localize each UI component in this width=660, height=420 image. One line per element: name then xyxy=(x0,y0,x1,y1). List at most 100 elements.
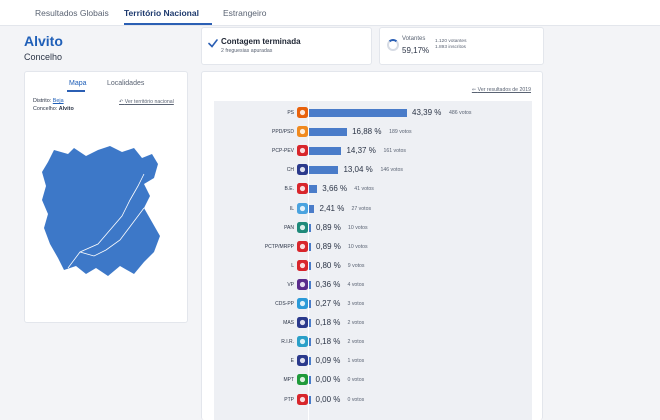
vote-count: 146 votos xyxy=(380,167,403,174)
party-name: PCTP/MRPP xyxy=(264,243,294,250)
turnout-ring-icon xyxy=(387,39,399,51)
back-link-label: Ver território nacional xyxy=(124,99,174,105)
result-row[interactable]: B.E. 3,66 % 41 votos xyxy=(214,180,532,199)
party-name: MAS xyxy=(283,320,294,327)
tab-mapa[interactable]: Mapa xyxy=(69,80,87,87)
council-info: Concelho: Alvito xyxy=(33,106,74,112)
vote-count: 4 votos xyxy=(347,281,365,288)
vote-percent: 0,36 % xyxy=(315,279,341,289)
result-row[interactable]: PCP-PEV 14,37 % 161 votos xyxy=(214,142,532,161)
result-row[interactable]: CDS-PP 0,27 % 3 votos xyxy=(214,295,532,314)
party-name: PCP-PEV xyxy=(272,148,294,155)
vote-count: 27 votos xyxy=(351,205,372,212)
vote-percent: 0,09 % xyxy=(315,356,341,366)
vote-percent: 0,89 % xyxy=(316,222,341,232)
party-name: VP xyxy=(287,281,294,288)
result-row[interactable]: PAN 0,89 % 10 votos xyxy=(214,219,532,238)
vote-percent: 3,66 % xyxy=(322,184,348,194)
district-link[interactable]: Beja xyxy=(53,98,64,104)
previous-results-label: Ver resultados de 2019 xyxy=(477,87,531,93)
count-status-card: Contagem terminada 2 freguesias apuradas xyxy=(201,27,372,65)
count-status-title: Contagem terminada xyxy=(221,37,301,46)
result-row[interactable]: CH 13,04 % 146 votos xyxy=(214,161,532,180)
vote-bar xyxy=(309,147,342,156)
map-tab-indicator xyxy=(67,90,85,92)
result-row[interactable]: L 0,80 % 9 votos xyxy=(214,257,532,276)
vote-bar xyxy=(309,280,311,289)
result-row[interactable]: PCTP/MRPP 0,89 % 10 votos xyxy=(214,238,532,257)
vote-count: 41 votos xyxy=(354,186,374,193)
tab-territorio-nacional[interactable]: Território Nacional xyxy=(124,8,199,18)
vote-percent: 13,04 % xyxy=(343,165,373,175)
party-name: IL xyxy=(289,205,294,212)
vote-bar xyxy=(309,242,311,251)
vote-bar xyxy=(309,204,315,213)
livre-icon xyxy=(297,259,308,271)
cds-icon xyxy=(297,298,308,309)
party-name: L xyxy=(291,262,294,269)
party-name: CH xyxy=(286,167,294,174)
chega-icon xyxy=(297,164,308,176)
vote-percent: 16,88 % xyxy=(352,127,382,137)
active-tab-indicator xyxy=(124,23,212,25)
result-row[interactable]: IL 2,41 % 27 votos xyxy=(214,200,532,219)
tab-localidades[interactable]: Localidades xyxy=(107,80,144,87)
vote-bar xyxy=(309,166,339,175)
ptp-icon xyxy=(297,393,308,405)
page-subtitle: Concelho xyxy=(24,52,63,62)
be-star-icon xyxy=(297,183,308,195)
vote-bar xyxy=(309,185,318,194)
vote-percent: 0,89 % xyxy=(316,241,341,251)
ergue-te-icon xyxy=(297,355,308,367)
psd-arrows-icon xyxy=(297,126,308,138)
result-row[interactable]: PTP 0,00 % 0 votos xyxy=(214,391,532,410)
vote-count: 3 votos xyxy=(347,301,365,307)
vote-count: 2 votos xyxy=(347,320,365,327)
registered-count: 1.893 inscritos xyxy=(435,45,466,50)
result-row[interactable]: E 0,09 % 1 votos xyxy=(214,352,532,371)
party-name: PS xyxy=(287,110,294,116)
vote-bar xyxy=(309,261,311,270)
party-name: R.I.R. xyxy=(281,339,294,346)
vote-bar xyxy=(309,338,311,347)
result-row[interactable]: MPT 0,00 % 0 votos xyxy=(214,371,532,390)
vote-count: 10 votos xyxy=(348,243,368,250)
cdu-hammer-icon xyxy=(297,145,308,157)
vote-bar xyxy=(309,128,348,137)
pan-leaf-icon xyxy=(297,221,308,233)
vote-count: 0 votos xyxy=(347,377,365,384)
check-icon xyxy=(208,39,218,48)
council-map[interactable] xyxy=(40,144,165,279)
vote-percent: 0,18 % xyxy=(315,318,341,328)
result-row[interactable]: VP 0,36 % 4 votos xyxy=(214,276,532,295)
vote-count: 10 votos xyxy=(348,224,368,231)
map-card: Mapa Localidades Distrito: Beja Concelho… xyxy=(24,71,188,323)
result-row[interactable]: PS 43,39 % 486 votos xyxy=(214,104,532,123)
previous-results-link[interactable]: ⇐ Ver resultados de 2019 xyxy=(472,87,531,93)
council-value: Alvito xyxy=(58,106,74,112)
vote-count: 2 votos xyxy=(347,339,365,346)
vote-percent: 14,37 % xyxy=(346,146,376,156)
vote-bar xyxy=(309,109,407,117)
count-status-subtitle: 2 freguesias apuradas xyxy=(221,48,273,54)
rir-icon xyxy=(297,336,308,348)
il-icon xyxy=(297,202,308,214)
vote-bar xyxy=(309,319,311,328)
vote-count: 486 votos xyxy=(449,110,472,116)
result-row[interactable]: PPD/PSD 16,88 % 189 votos xyxy=(214,123,532,142)
council-label: Concelho: xyxy=(33,106,58,112)
party-name: CDS-PP xyxy=(275,301,294,307)
result-row[interactable]: R.I.R. 0,18 % 2 votos xyxy=(214,333,532,352)
vote-count: 189 votos xyxy=(389,129,412,136)
party-name: B.E. xyxy=(284,186,294,193)
result-row[interactable]: MAS 0,18 % 2 votos xyxy=(214,314,532,333)
tab-resultados-globais[interactable]: Resultados Globais xyxy=(35,8,109,18)
map-region-shape[interactable] xyxy=(42,146,160,276)
top-navigation: Resultados Globais Território Nacional E… xyxy=(0,0,660,26)
vote-percent: 43,39 % xyxy=(412,108,442,117)
voters-percent: 59,17% xyxy=(402,46,430,55)
party-name: MPT xyxy=(283,377,294,384)
tab-estrangeiro[interactable]: Estrangeiro xyxy=(223,8,266,18)
vote-count: 9 votos xyxy=(347,262,365,269)
back-to-national-link[interactable]: ↶ Ver território nacional xyxy=(119,99,174,105)
